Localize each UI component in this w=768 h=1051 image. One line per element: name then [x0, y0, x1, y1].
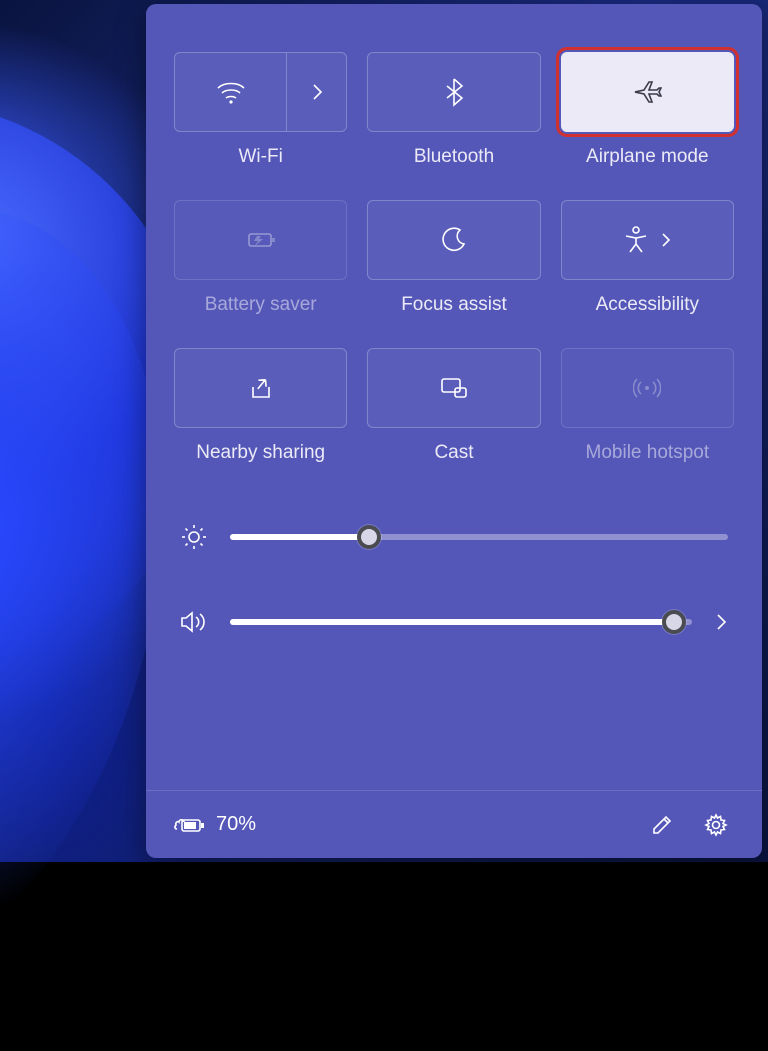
- airplane-label: Airplane mode: [586, 146, 709, 168]
- focus-assist-tile: Focus assist: [367, 200, 540, 316]
- brightness-row: [180, 524, 728, 550]
- volume-slider[interactable]: [230, 619, 692, 625]
- airplane-icon: [632, 79, 662, 105]
- battery-saver-icon: [245, 230, 277, 250]
- mobile-hotspot-label: Mobile hotspot: [586, 442, 710, 464]
- nearby-sharing-label: Nearby sharing: [196, 442, 325, 464]
- nearby-sharing-button[interactable]: [174, 348, 347, 428]
- accessibility-label: Accessibility: [596, 294, 699, 316]
- volume-expand-button[interactable]: [714, 612, 728, 632]
- share-icon: [247, 375, 275, 401]
- bluetooth-tile: Bluetooth: [367, 52, 540, 168]
- accessibility-button[interactable]: [561, 200, 734, 280]
- bluetooth-icon: [444, 77, 464, 107]
- battery-status[interactable]: 70%: [172, 813, 256, 836]
- volume-thumb[interactable]: [662, 610, 686, 634]
- volume-icon: [180, 610, 208, 634]
- cast-label: Cast: [434, 442, 473, 464]
- chevron-right-icon: [310, 82, 324, 102]
- wifi-tile: Wi-Fi: [174, 52, 347, 168]
- quick-settings-panel: Wi-Fi Bluetooth Airplane mode: [146, 4, 762, 858]
- wifi-toggle[interactable]: [175, 53, 286, 131]
- chevron-right-icon: [661, 232, 671, 248]
- settings-button[interactable]: [696, 805, 736, 845]
- battery-saver-tile: Battery saver: [174, 200, 347, 316]
- wifi-expand-button[interactable]: [286, 53, 346, 131]
- volume-row: [180, 610, 728, 634]
- battery-charging-icon: [172, 815, 206, 835]
- cast-icon: [439, 376, 469, 400]
- accessibility-icon: [623, 226, 649, 254]
- accessibility-tile: Accessibility: [561, 200, 734, 316]
- brightness-thumb[interactable]: [357, 525, 381, 549]
- quick-settings-tiles: Wi-Fi Bluetooth Airplane mode: [146, 4, 762, 474]
- brightness-icon: [180, 524, 208, 550]
- nearby-sharing-tile: Nearby sharing: [174, 348, 347, 464]
- volume-fill: [230, 619, 674, 625]
- battery-saver-label: Battery saver: [205, 294, 317, 316]
- airplane-mode-button[interactable]: [561, 52, 734, 132]
- pencil-icon: [650, 813, 674, 837]
- brightness-fill: [230, 534, 369, 540]
- wifi-icon: [216, 80, 246, 104]
- bluetooth-label: Bluetooth: [414, 146, 494, 168]
- chevron-right-icon: [714, 612, 728, 632]
- focus-assist-label: Focus assist: [401, 294, 507, 316]
- bluetooth-button[interactable]: [367, 52, 540, 132]
- moon-icon: [440, 226, 468, 254]
- quick-settings-footer: 70%: [146, 790, 762, 858]
- mobile-hotspot-button: [561, 348, 734, 428]
- focus-assist-button[interactable]: [367, 200, 540, 280]
- airplane-tile: Airplane mode: [561, 52, 734, 168]
- wifi-button[interactable]: [174, 52, 347, 132]
- battery-saver-button: [174, 200, 347, 280]
- wifi-label: Wi-Fi: [239, 146, 283, 168]
- brightness-slider[interactable]: [230, 534, 728, 540]
- cast-button[interactable]: [367, 348, 540, 428]
- mobile-hotspot-tile: Mobile hotspot: [561, 348, 734, 464]
- gear-icon: [704, 813, 728, 837]
- battery-percentage: 70%: [216, 813, 256, 836]
- cast-tile: Cast: [367, 348, 540, 464]
- hotspot-icon: [633, 376, 661, 400]
- sliders-section: [146, 494, 762, 654]
- edit-quick-settings-button[interactable]: [642, 805, 682, 845]
